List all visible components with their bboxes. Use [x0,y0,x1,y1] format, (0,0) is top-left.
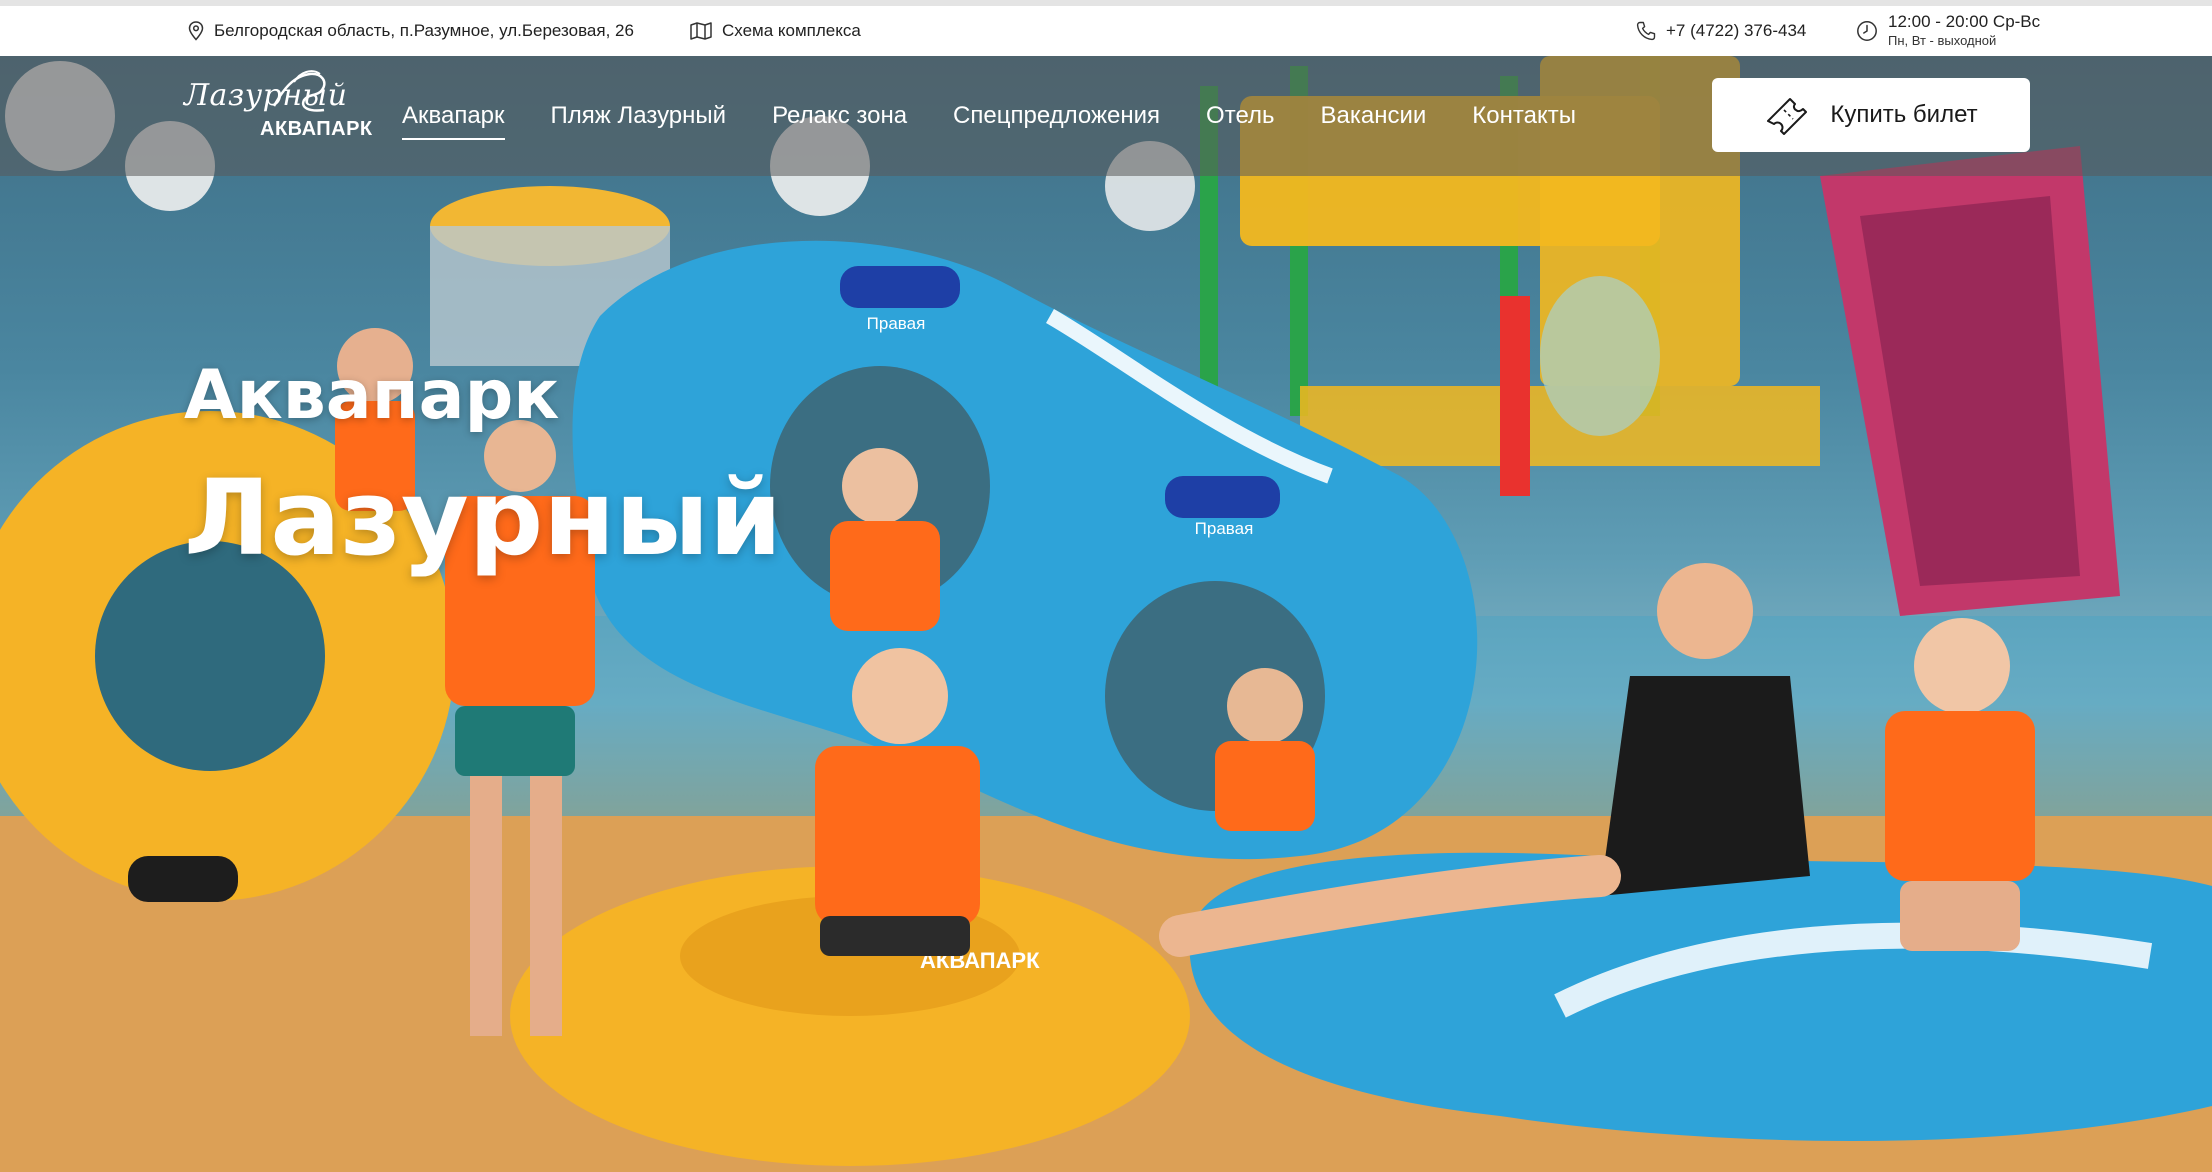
buy-ticket-button[interactable]: Купить билет [1712,78,2030,152]
nav-item-special-offers[interactable]: Спецпредложения [953,102,1160,130]
nav-item-beach[interactable]: Пляж Лазурный [551,102,727,130]
nav-item-contacts[interactable]: Контакты [1472,102,1576,130]
top-info-bar: Белгородская область, п.Разумное, ул.Бер… [0,0,2212,56]
address: Белгородская область, п.Разумное, ул.Бер… [188,6,634,56]
opening-hours: 12:00 - 20:00 Ср-Вс Пн, Вт - выходной [1856,6,2040,56]
scheme-link[interactable]: Схема комплекса [690,6,861,56]
tube-label-1: Правая [867,314,926,333]
main-nav: Аквапарк Пляж Лазурный Релакс зона Спецп… [402,56,1622,176]
hero-title-line2: Лазурный [184,457,782,579]
logo-script-text: Лазурный [184,78,348,113]
buy-ticket-label[interactable]: Купить билет [1830,101,1977,129]
hero-title-line1: Аквапарк [184,356,560,435]
main-navbar: Лазурный АКВАПАРК Аквапарк Пляж Лазурный… [0,56,2212,176]
ticket-icon [1767,98,1808,135]
scheme-link-text[interactable]: Схема комплекса [722,21,861,41]
address-text: Белгородская область, п.Разумное, ул.Бер… [214,21,634,40]
location-pin-icon [188,21,204,41]
site-logo[interactable]: Лазурный АКВАПАРК [184,68,372,160]
nav-item-hotel[interactable]: Отель [1206,102,1274,130]
phone-icon [1636,21,1656,41]
nav-item-aquapark[interactable]: Аквапарк [402,102,505,140]
logo-caps-text: АКВАПАРК [260,118,373,140]
nav-item-relax[interactable]: Релакс зона [772,102,907,130]
hero-banner: Правая Правая АКВАПАРК Лазурный АКВАПАРК… [0,56,2212,1172]
hours-sub: Пн, Вт - выходной [1888,33,1997,48]
hero-photo: Правая Правая АКВАПАРК [0,56,2212,1172]
hours-main: 12:00 - 20:00 Ср-Вс [1888,12,2041,31]
clock-icon [1857,21,1877,41]
tube-label-2: Правая [1195,519,1254,538]
map-icon [690,22,712,40]
phone-link[interactable]: +7 (4722) 376-434 [1636,6,1806,56]
phone-text[interactable]: +7 (4722) 376-434 [1666,21,1806,41]
nav-item-vacancies[interactable]: Вакансии [1321,102,1427,130]
